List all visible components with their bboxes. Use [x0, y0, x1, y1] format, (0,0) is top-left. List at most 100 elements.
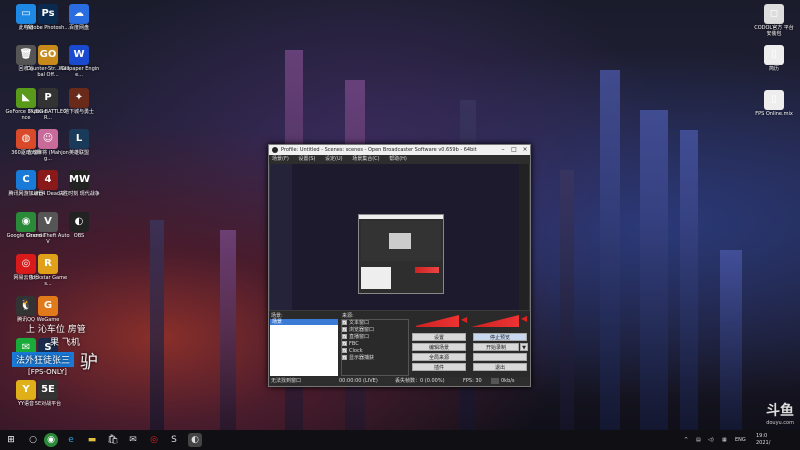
- baidu-netdisk-icon: ☁: [69, 4, 89, 24]
- 5e-icon: 5E: [38, 380, 58, 400]
- desktop-icon-label: Wallpaper Engine...: [58, 66, 100, 78]
- stop-preview-button[interactable]: 停止预览: [473, 333, 527, 341]
- sources-label: 来源:: [342, 313, 354, 319]
- overlay-mark-text: 驴: [80, 352, 98, 373]
- test-stream-button[interactable]: [473, 353, 527, 361]
- desktop-volume-meter[interactable]: [471, 315, 519, 327]
- source-label: FBC: [349, 341, 359, 347]
- mahjong-icon: ☺: [38, 129, 58, 149]
- obs-preview[interactable]: [270, 164, 529, 310]
- menu-settings[interactable]: 设置(S): [298, 156, 315, 162]
- clock-time: 19:0: [756, 433, 768, 439]
- source-checkbox[interactable]: ✓: [342, 341, 347, 346]
- menu-file[interactable]: 场景(F): [272, 156, 289, 162]
- desktop-icon-new-doc[interactable]: ▯ 简历: [752, 45, 796, 72]
- codol-icon: ◻: [764, 4, 784, 24]
- source-checkbox[interactable]: ✓: [342, 355, 347, 360]
- taskbar: ⊞ ○ ◉ e ▬ 🛍 ✉ ◎ S ◐ ^ ▤ ◁) ▦ ENG 19:0 20…: [0, 430, 800, 450]
- source-item[interactable]: ✓ FBC: [342, 341, 408, 348]
- settings-button[interactable]: 设置: [412, 333, 466, 341]
- menu-profile[interactable]: 设定(U): [325, 156, 343, 162]
- fps-online-icon: ▯: [764, 90, 784, 110]
- start-recording-button[interactable]: 开始录制: [473, 343, 519, 351]
- overlay-banner: 法外狂徒张三: [12, 352, 75, 367]
- start-windows-icon[interactable]: ⊞: [4, 433, 18, 447]
- preview-nested-obs: [358, 214, 444, 294]
- desktop-icon-rockstar[interactable]: R Rockstar Games...: [26, 254, 70, 287]
- desktop-icon-obs[interactable]: ◐ OBS: [57, 212, 101, 239]
- status-message: 无法找到窗口: [271, 378, 302, 384]
- scene-item-selected[interactable]: 场景: [270, 319, 338, 325]
- source-checkbox[interactable]: ✓: [342, 320, 347, 325]
- preview-desktop-strip: [270, 164, 292, 310]
- source-item[interactable]: ✓ 文本窗口: [342, 320, 408, 327]
- desktop-icon-codol[interactable]: ◻ CODOL官方 平台安装包: [752, 4, 796, 37]
- status-time: 00:00:00 (LIVE): [339, 378, 378, 384]
- desktop-icon-baidu-netdisk[interactable]: ☁ 百度网盘: [57, 4, 101, 31]
- obs-window[interactable]: Profile: Untitled - Scenes: scenes - Ope…: [268, 144, 531, 387]
- network-icon[interactable]: ▤: [696, 430, 701, 450]
- overlay-tag: [FPS-ONLY]: [28, 368, 67, 376]
- desktop-icon-jd-game[interactable]: MW 决胜时刻 现代战争: [57, 170, 101, 197]
- scenes-list[interactable]: 场景: [270, 319, 338, 376]
- status-fps: FPS: 30: [463, 378, 482, 384]
- edit-scene-button[interactable]: 编辑场景: [412, 343, 466, 351]
- tray-chevron-icon[interactable]: ^: [684, 430, 688, 450]
- sources-list[interactable]: ✓ 文本窗口 ✓ 浏览器窗口 ✓ 直播窗口 ✓ FBC ✓ Clock ✓ 显示器捕获: [341, 319, 409, 376]
- tray-app-icon[interactable]: ▦: [722, 430, 727, 450]
- global-sources-button[interactable]: 全局来源: [412, 353, 466, 361]
- clock[interactable]: 19:0 2021/: [756, 433, 770, 447]
- desktop-icon-label: FPS Online.mix: [755, 111, 793, 117]
- source-item[interactable]: ✓ 显示器捕获: [342, 355, 408, 362]
- mail-icon[interactable]: ✉: [126, 433, 140, 447]
- search-icon[interactable]: ○: [26, 433, 40, 447]
- close-icon[interactable]: ×: [520, 145, 530, 155]
- obs-title: Profile: Untitled - Scenes: scenes - Ope…: [281, 147, 477, 153]
- desktop-icon-label: Rockstar Games...: [28, 275, 68, 287]
- source-item[interactable]: ✓ 浏览器窗口: [342, 327, 408, 334]
- obs-taskbar-icon[interactable]: ◐: [188, 433, 202, 447]
- gta-icon: V: [38, 212, 58, 232]
- menu-scene-collection[interactable]: 场景集合(C): [352, 156, 379, 162]
- language-indicator[interactable]: ENG: [735, 430, 746, 450]
- plugins-button[interactable]: 插件: [412, 363, 466, 371]
- source-label: 文本窗口: [349, 320, 370, 326]
- source-checkbox[interactable]: ✓: [342, 334, 347, 339]
- desktop-icon-wegame[interactable]: G WeGame: [26, 296, 70, 323]
- source-item[interactable]: ✓ 直播窗口: [342, 334, 408, 341]
- status-dropped: 丢失帧数：0 (0.00%): [395, 378, 445, 384]
- desktop-icon-dota[interactable]: ✦ 地下城与勇士: [57, 88, 101, 115]
- source-checkbox[interactable]: ✓: [342, 348, 347, 353]
- volume-icon[interactable]: ◁): [708, 430, 714, 450]
- chrome-icon[interactable]: ◉: [44, 433, 58, 447]
- exit-button[interactable]: 退出: [473, 363, 527, 371]
- maximize-icon[interactable]: □: [509, 145, 519, 155]
- watermark-url: douyu.com: [766, 420, 794, 426]
- speaker-icon[interactable]: ◀: [521, 314, 527, 323]
- menu-help[interactable]: 帮助(H): [389, 156, 407, 162]
- desktop-icon-label: 简历: [768, 66, 779, 72]
- desktop-icon-fps-online[interactable]: ▯ FPS Online.mix: [752, 90, 796, 117]
- source-checkbox[interactable]: ✓: [342, 327, 347, 332]
- obs-titlebar[interactable]: Profile: Untitled - Scenes: scenes - Ope…: [269, 145, 530, 155]
- overlay-line2: 果 飞机: [50, 338, 80, 348]
- edge-icon[interactable]: e: [64, 433, 78, 447]
- status-indicator-icon: [491, 378, 499, 384]
- source-item[interactable]: ✓ Clock: [342, 348, 408, 355]
- desktop-icon-wallpaper-engine[interactable]: W Wallpaper Engine...: [57, 45, 101, 78]
- file-explorer-icon[interactable]: ▬: [85, 433, 99, 447]
- overlay-mark: 驴: [80, 348, 98, 374]
- recording-dropdown-button[interactable]: ▼: [520, 343, 528, 351]
- source-label: 浏览器窗口: [349, 327, 375, 333]
- mic-icon[interactable]: ◀: [461, 315, 467, 324]
- mic-volume-meter[interactable]: [411, 315, 459, 327]
- minimize-icon[interactable]: –: [498, 145, 508, 155]
- wegame-icon: G: [38, 296, 58, 316]
- desktop-icon-lol[interactable]: L 英雄联盟: [57, 129, 101, 156]
- netease-icon[interactable]: ◎: [147, 433, 161, 447]
- steam-icon[interactable]: S: [167, 433, 181, 447]
- desktop-icon-5e[interactable]: 5E 5E对战平台: [26, 380, 70, 407]
- stream-overlay: 上 沁车位 房管 果 飞机: [26, 322, 86, 348]
- store-icon[interactable]: 🛍: [106, 433, 120, 447]
- overlay-line4: [FPS-ONLY]: [28, 368, 67, 376]
